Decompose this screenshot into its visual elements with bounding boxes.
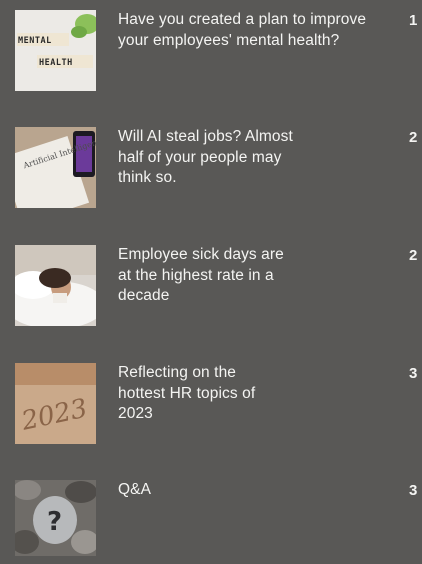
- mental-health-thumbnail[interactable]: MENTAL HEALTH: [15, 10, 96, 91]
- toc-item-mental-health[interactable]: MENTAL HEALTH Have you created a plan to…: [0, 10, 422, 94]
- mental-tiles-text: MENTAL: [18, 36, 52, 46]
- qa-stone-thumbnail[interactable]: ?: [15, 480, 96, 556]
- toc-item-page-number: 3: [409, 482, 418, 499]
- toc-item-page-number: 2: [409, 247, 418, 264]
- toc-item-title[interactable]: Employee sick days are at the highest ra…: [118, 245, 298, 307]
- toc-item-title[interactable]: Q&A: [118, 480, 368, 501]
- question-mark-text: ?: [47, 507, 62, 537]
- toc-item-page-number: 2: [409, 129, 418, 146]
- toc-item-qa[interactable]: ? Q&A 3: [0, 480, 422, 564]
- sick-days-thumbnail[interactable]: [15, 245, 96, 326]
- toc-item-title[interactable]: Reflecting on the hottest HR topics of 2…: [118, 363, 268, 425]
- toc-item-sick-days[interactable]: Employee sick days are at the highest ra…: [0, 245, 422, 329]
- 2023-sand-thumbnail[interactable]: 2023: [15, 363, 96, 444]
- toc-item-ai-jobs[interactable]: Artificial Intelligence Will AI steal jo…: [0, 127, 422, 211]
- toc-item-title[interactable]: Will AI steal jobs? Almost half of your …: [118, 127, 298, 189]
- toc-item-hr-topics[interactable]: 2023 Reflecting on the hottest HR topics…: [0, 363, 422, 447]
- toc-item-page-number: 1: [409, 12, 418, 29]
- toc-item-page-number: 3: [409, 365, 418, 382]
- toc-item-title[interactable]: Have you created a plan to improve your …: [118, 10, 368, 51]
- health-tiles-text: HEALTH: [39, 58, 73, 68]
- ai-thumbnail[interactable]: Artificial Intelligence: [15, 127, 96, 208]
